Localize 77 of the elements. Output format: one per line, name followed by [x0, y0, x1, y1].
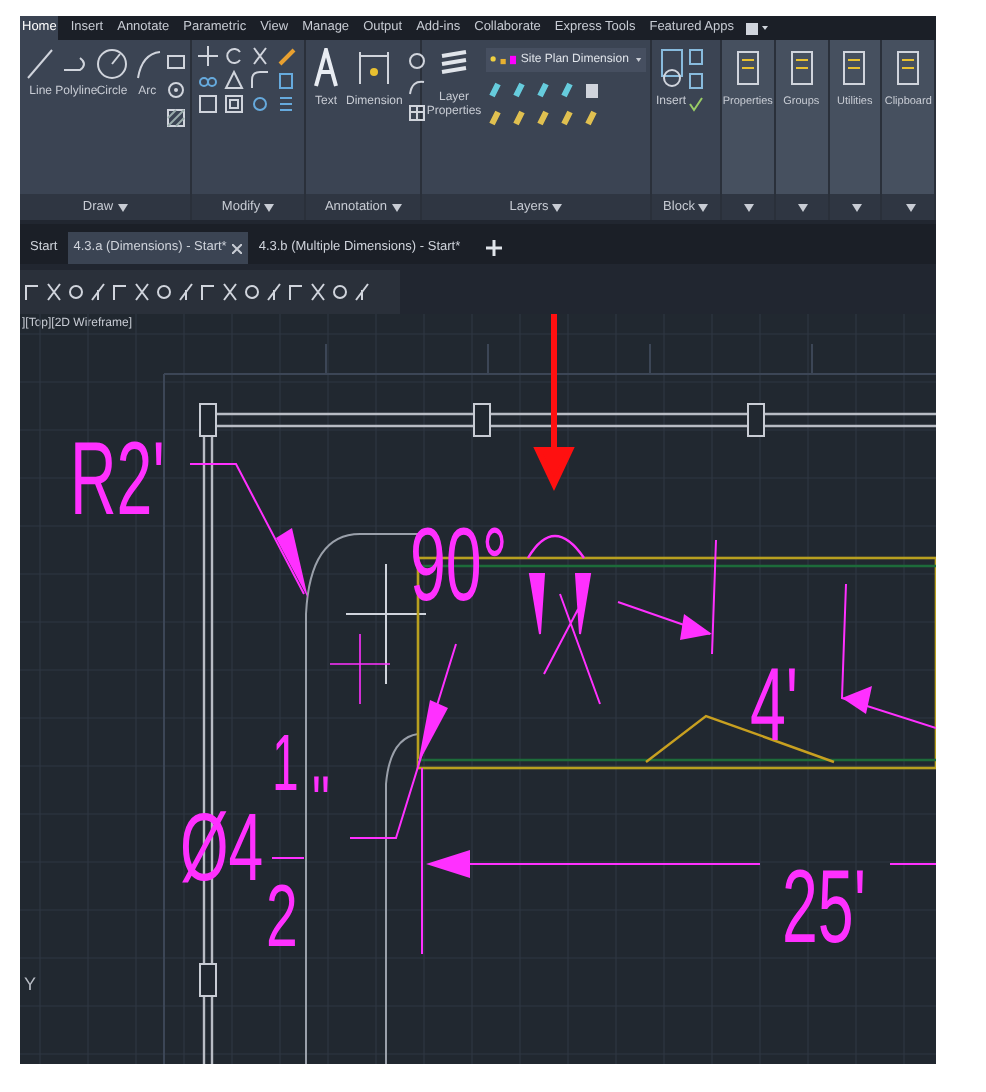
dimension-tool-icon[interactable] [244, 282, 260, 302]
dimension-text: 4' [750, 648, 799, 765]
close-icon[interactable] [232, 243, 243, 253]
caret-icon [851, 203, 862, 211]
dropdown-icon[interactable] [746, 21, 770, 35]
arc-icon[interactable] [131, 48, 164, 80]
layer-color-swatch [510, 52, 517, 68]
fraction-denominator: 2 [266, 865, 298, 965]
dimension-text: R2' [70, 422, 165, 539]
rectangle-icon[interactable] [166, 52, 187, 72]
dimension-line [617, 539, 717, 655]
panel-icon[interactable] [787, 48, 816, 88]
fillet-icon[interactable] [250, 70, 270, 90]
block-edit-icon[interactable] [688, 72, 705, 90]
angle-arc [527, 534, 585, 559]
dimension-tool-icon[interactable] [156, 282, 172, 302]
caret-icon [636, 56, 643, 64]
line-icon[interactable] [24, 48, 57, 80]
axis-label: Y [24, 974, 37, 994]
grip-handle[interactable] [199, 963, 217, 997]
new-tab-icon[interactable] [486, 240, 503, 256]
block-create-icon[interactable] [688, 48, 705, 66]
dimension-tool-icon[interactable] [68, 282, 84, 302]
dimension-tool-icon[interactable] [24, 282, 40, 302]
panel-icon[interactable] [840, 48, 869, 88]
dimension-text: 25' [782, 850, 866, 967]
radius-leader [189, 463, 308, 598]
array-icon[interactable] [250, 94, 270, 114]
hatch-icon[interactable] [166, 108, 187, 128]
bulb-icon [490, 52, 497, 68]
caret-icon [798, 203, 809, 211]
block-attribute-icon[interactable] [688, 96, 705, 114]
dimension-tool-icon[interactable] [200, 282, 216, 302]
panel-icon[interactable] [733, 48, 762, 88]
caret-icon [264, 203, 275, 211]
dimension-tool-icon[interactable] [178, 282, 194, 302]
grip-handle[interactable] [747, 403, 765, 437]
dimension-tool-icon[interactable] [222, 282, 238, 302]
dimension-tool-icon[interactable] [288, 282, 304, 302]
caret-icon [391, 203, 402, 211]
dimension-tool-icon[interactable] [112, 282, 128, 302]
dimension-tool-icon[interactable] [332, 282, 348, 302]
fraction-numerator: 1 [272, 717, 299, 807]
dimension-tool-icon[interactable] [266, 282, 282, 302]
dimension-icon[interactable] [358, 48, 391, 88]
pencil-icon[interactable] [276, 46, 296, 66]
stretch-icon[interactable] [198, 94, 218, 114]
text-icon[interactable] [312, 48, 340, 88]
rotate-icon[interactable] [224, 46, 244, 66]
mirror-icon[interactable] [224, 70, 244, 90]
center-mark [329, 633, 391, 705]
angle-dimension-arrows [529, 573, 601, 705]
dimension-tool-icon[interactable] [310, 282, 326, 302]
caret-icon [905, 203, 916, 211]
leader-icon[interactable] [408, 52, 427, 70]
table-icon[interactable] [408, 104, 427, 122]
inch-mark: " [312, 761, 330, 843]
dimension-tool-icon[interactable] [90, 282, 106, 302]
caret-icon [552, 203, 563, 211]
scale-icon[interactable] [224, 94, 244, 114]
trim-icon[interactable] [250, 46, 270, 66]
curve-icon[interactable] [408, 78, 427, 96]
target-icon[interactable] [166, 80, 187, 100]
caret-icon [117, 203, 128, 211]
panel-icon[interactable] [894, 48, 923, 88]
dimension-tool-icon[interactable] [134, 282, 150, 302]
caret-icon [698, 203, 709, 211]
insert-block-icon[interactable] [657, 48, 685, 88]
move-icon[interactable] [198, 46, 218, 66]
dimension-tool-icon[interactable] [46, 282, 62, 302]
grip-handle[interactable] [473, 403, 491, 437]
caret-icon [744, 203, 755, 211]
offset-icon[interactable] [276, 94, 296, 114]
erase-icon[interactable] [276, 70, 296, 90]
grip-handle[interactable] [199, 403, 217, 437]
circle-icon[interactable] [96, 48, 128, 80]
dimension-tool-icon[interactable] [354, 282, 370, 302]
